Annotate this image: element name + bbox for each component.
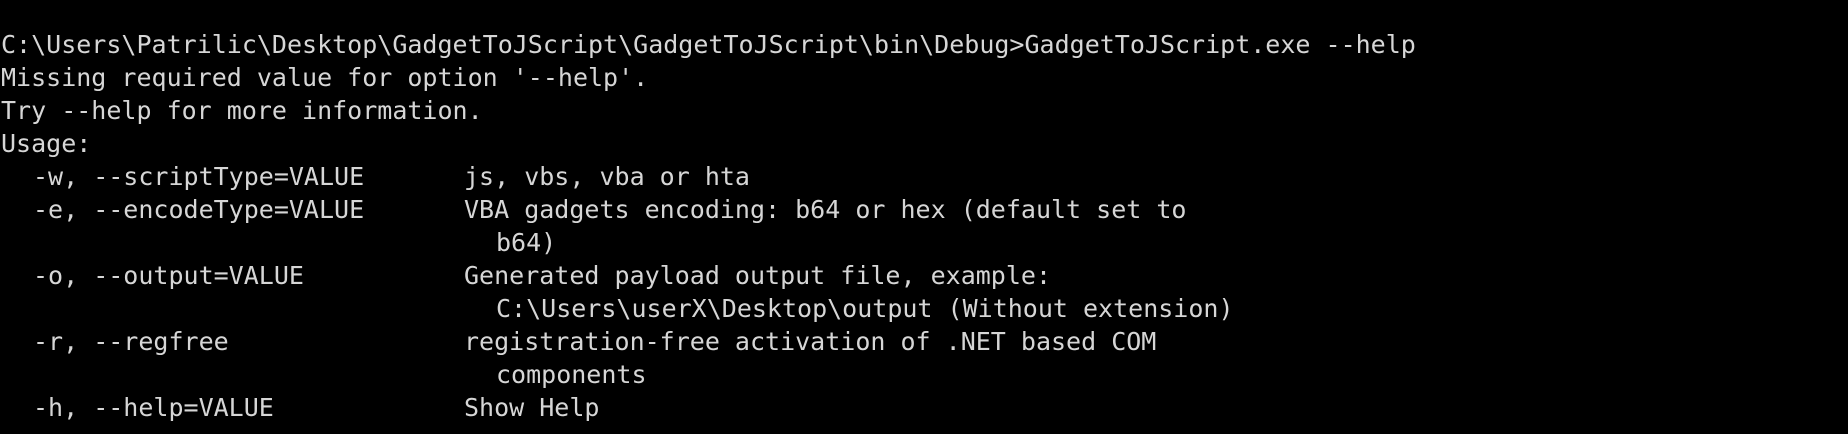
error-message: Missing required value for option '--hel… xyxy=(1,63,649,92)
option-encode-type: -e, --encodeType=VALUE VBA gadgets encod… xyxy=(0,193,1848,226)
option-description-continuation: b64) xyxy=(496,228,557,257)
option-flag: -o, --output=VALUE xyxy=(33,261,304,290)
option-help: -h, --help=VALUE Show Help xyxy=(0,391,1848,424)
command-line: C:\Users\Patrilic\Desktop\GadgetToJScrip… xyxy=(1,30,1416,59)
option-output: -o, --output=VALUE Generated payload out… xyxy=(0,259,1848,292)
option-flag: -h, --help=VALUE xyxy=(33,393,274,422)
option-description: VBA gadgets encoding: b64 or hex (defaul… xyxy=(464,195,1187,224)
option-description: Generated payload output file, example: xyxy=(464,261,1051,290)
option-description: Show Help xyxy=(464,393,600,422)
option-description-continuation: C:\Users\userX\Desktop\output (Without e… xyxy=(496,294,1234,323)
option-flag: -r, --regfree xyxy=(33,327,229,356)
option-description: js, vbs, vba or hta xyxy=(464,162,750,191)
option-description-continuation: components xyxy=(496,360,647,389)
option-flag: -e, --encodeType=VALUE xyxy=(33,195,365,224)
option-regfree: -r, --regfree registration-free activati… xyxy=(0,325,1848,358)
console-window[interactable]: C:\Users\Patrilic\Desktop\GadgetToJScrip… xyxy=(0,0,1848,434)
option-script-type: -w, --scriptType=VALUE js, vbs, vba or h… xyxy=(0,160,1848,193)
option-flag: -w, --scriptType=VALUE xyxy=(33,162,365,191)
option-description: registration-free activation of .NET bas… xyxy=(464,327,1157,356)
hint-message: Try --help for more information. xyxy=(1,96,483,125)
usage-label: Usage: xyxy=(1,129,92,158)
